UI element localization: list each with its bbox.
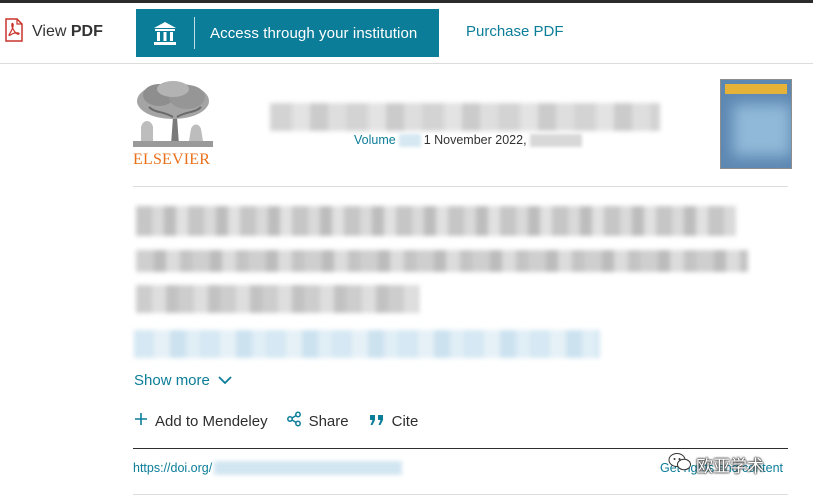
doi-link[interactable]: https://doi.org/ (133, 461, 403, 475)
institution-icon (136, 9, 194, 57)
volume-link[interactable]: Volume (354, 133, 396, 147)
share-label: Share (308, 412, 349, 430)
cover-title-bar (725, 84, 787, 94)
add-to-mendeley-button[interactable]: Add to Mendeley (134, 412, 268, 430)
article-number-redacted (529, 134, 582, 148)
article-title-line-3-redacted (136, 285, 419, 313)
article-title-line-1-redacted (136, 206, 736, 236)
show-more-button[interactable]: Show more (134, 372, 232, 389)
access-institution-label: Access through your institution (210, 24, 418, 42)
wechat-watermark: 欧亚学术 (668, 452, 764, 477)
share-button[interactable]: Share (286, 411, 349, 431)
wechat-icon (668, 452, 692, 477)
doi-prefix: https://doi.org/ (133, 461, 213, 475)
plus-icon (134, 412, 148, 430)
article-actions: Add to Mendeley Share Cite (134, 409, 418, 433)
journal-cover-thumbnail[interactable] (720, 79, 792, 169)
cite-label: Cite (391, 412, 419, 430)
view-pdf-link[interactable]: View PDF (4, 17, 103, 47)
issue-date: 1 November 2022, (423, 133, 527, 147)
show-more-label: Show more (134, 372, 210, 389)
watermark-text: 欧亚学术 (696, 457, 764, 476)
volume-number-redacted (398, 134, 421, 148)
journal-title-redacted[interactable] (270, 103, 660, 131)
bottom-divider (133, 494, 788, 495)
actions-divider (133, 448, 788, 449)
issue-info: Volume 1 November 2022, (354, 133, 582, 148)
view-pdf-label: View (32, 23, 67, 40)
share-icon (286, 411, 302, 431)
header-divider (133, 186, 788, 187)
cover-image (733, 104, 791, 156)
quote-icon (369, 413, 385, 430)
cite-button[interactable]: Cite (369, 412, 419, 430)
button-separator (194, 17, 195, 49)
author-list-redacted[interactable] (134, 330, 600, 358)
access-institution-button[interactable]: Access through your institution (136, 9, 439, 57)
elsevier-tree-emblem (133, 81, 213, 147)
elsevier-logo[interactable]: ELSEVIER (133, 79, 213, 169)
doi-suffix-redacted (214, 461, 403, 475)
article-toolbar: View PDF Access through your institution… (0, 3, 813, 64)
article-title-line-2-redacted (136, 250, 748, 272)
pdf-icon (4, 17, 24, 47)
purchase-pdf-link[interactable]: Purchase PDF (466, 23, 564, 40)
elsevier-wordmark: ELSEVIER (133, 151, 211, 168)
view-pdf-label-bold: PDF (70, 23, 103, 40)
mendeley-label: Add to Mendeley (155, 412, 268, 430)
chevron-down-icon (218, 372, 232, 389)
